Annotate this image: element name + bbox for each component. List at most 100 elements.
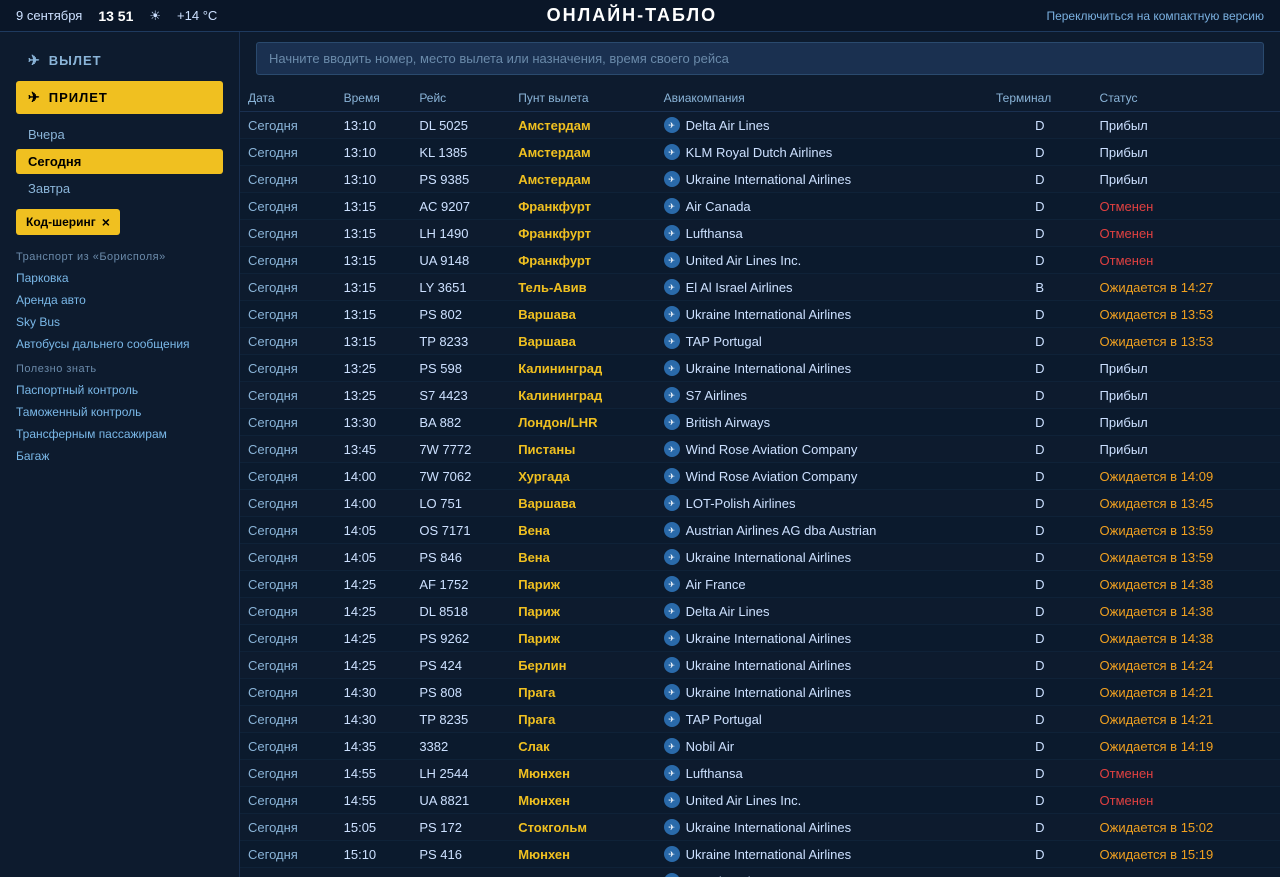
airline-logo: ✈ <box>664 630 680 646</box>
flights-table-wrapper[interactable]: Дата Время Рейс Пунт вылета Авиакомпания… <box>240 85 1280 877</box>
table-row[interactable]: Сегодня 14:25 AF 1752 Париж ✈ Air France… <box>240 571 1280 598</box>
col-header-airline: Авиакомпания <box>656 85 988 112</box>
search-input[interactable] <box>256 42 1264 75</box>
cell-destination[interactable]: Амстердам <box>510 112 655 139</box>
table-row[interactable]: Сегодня 13:30 BA 882 Лондон/LHR ✈ Britis… <box>240 409 1280 436</box>
table-row[interactable]: Сегодня 14:05 PS 846 Вена ✈ Ukraine Inte… <box>240 544 1280 571</box>
content-area: Дата Время Рейс Пунт вылета Авиакомпания… <box>240 32 1280 877</box>
cell-date: Сегодня <box>240 787 336 814</box>
table-row[interactable]: Сегодня 15:10 OV 311 Таллин ✈ Estonian A… <box>240 868 1280 877</box>
table-row[interactable]: Сегодня 15:10 PS 416 Мюнхен ✈ Ukraine In… <box>240 841 1280 868</box>
table-row[interactable]: Сегодня 13:15 PS 802 Варшава ✈ Ukraine I… <box>240 301 1280 328</box>
cell-destination[interactable]: Варшава <box>510 301 655 328</box>
cell-terminal: D <box>988 733 1092 760</box>
cell-time: 13:10 <box>336 139 412 166</box>
table-row[interactable]: Сегодня 13:15 UA 9148 Франкфурт ✈ United… <box>240 247 1280 274</box>
table-row[interactable]: Сегодня 14:35 3382 Слак ✈ Nobil Air D Ож… <box>240 733 1280 760</box>
table-row[interactable]: Сегодня 14:25 PS 424 Берлин ✈ Ukraine In… <box>240 652 1280 679</box>
table-row[interactable]: Сегодня 13:25 S7 4423 Калининград ✈ S7 A… <box>240 382 1280 409</box>
cell-destination[interactable]: Хургада <box>510 463 655 490</box>
sidebar-link-passport[interactable]: Паспортный контроль <box>0 379 239 401</box>
table-row[interactable]: Сегодня 14:30 PS 808 Прага ✈ Ukraine Int… <box>240 679 1280 706</box>
cell-destination[interactable]: Мюнхен <box>510 841 655 868</box>
cell-flight: PS 808 <box>411 679 510 706</box>
sidebar-link-customs[interactable]: Таможенный контроль <box>0 401 239 423</box>
cell-status: Ожидается в 14:19 <box>1092 733 1280 760</box>
sidebar-link-transfer[interactable]: Трансферным пассажирам <box>0 423 239 445</box>
table-row[interactable]: Сегодня 14:05 OS 7171 Вена ✈ Austrian Ai… <box>240 517 1280 544</box>
cell-destination[interactable]: Тель-Авив <box>510 274 655 301</box>
table-row[interactable]: Сегодня 14:25 PS 9262 Париж ✈ Ukraine In… <box>240 625 1280 652</box>
table-row[interactable]: Сегодня 14:55 LH 2544 Мюнхен ✈ Lufthansa… <box>240 760 1280 787</box>
table-row[interactable]: Сегодня 14:25 DL 8518 Париж ✈ Delta Air … <box>240 598 1280 625</box>
cell-status: Прибыл <box>1092 355 1280 382</box>
compact-link[interactable]: Переключиться на компактную версию <box>1046 9 1264 23</box>
topbar-temperature: +14 °C <box>177 8 217 23</box>
table-row[interactable]: Сегодня 13:45 7W 7772 Пистаны ✈ Wind Ros… <box>240 436 1280 463</box>
date-today[interactable]: Сегодня <box>16 149 223 174</box>
cell-airline: ✈ Ukraine International Airlines <box>656 625 988 652</box>
sidebar-link-longdist-buses[interactable]: Автобусы дальнего сообщения <box>0 333 239 355</box>
airline-logo: ✈ <box>664 576 680 592</box>
cell-destination[interactable]: Франкфурт <box>510 247 655 274</box>
date-tomorrow[interactable]: Завтра <box>16 176 223 201</box>
cell-destination[interactable]: Вена <box>510 517 655 544</box>
table-row[interactable]: Сегодня 14:55 UA 8821 Мюнхен ✈ United Ai… <box>240 787 1280 814</box>
cell-airline: ✈ TAP Portugal <box>656 706 988 733</box>
airline-logo: ✈ <box>664 684 680 700</box>
plane-arrival-icon: ✈ <box>28 89 41 106</box>
table-row[interactable]: Сегодня 13:15 TP 8233 Варшава ✈ TAP Port… <box>240 328 1280 355</box>
cell-destination[interactable]: Пистаны <box>510 436 655 463</box>
airline-name: Ukraine International Airlines <box>686 550 851 565</box>
sidebar-link-baggage[interactable]: Багаж <box>0 445 239 467</box>
table-row[interactable]: Сегодня 14:30 TP 8235 Прага ✈ TAP Portug… <box>240 706 1280 733</box>
cell-destination[interactable]: Берлин <box>510 652 655 679</box>
sidebar-link-skybus[interactable]: Sky Bus <box>0 311 239 333</box>
date-yesterday[interactable]: Вчера <box>16 122 223 147</box>
cell-destination[interactable]: Лондон/LHR <box>510 409 655 436</box>
table-row[interactable]: Сегодня 15:05 PS 172 Стокгольм ✈ Ukraine… <box>240 814 1280 841</box>
table-row[interactable]: Сегодня 13:15 LY 3651 Тель-Авив ✈ El Al … <box>240 274 1280 301</box>
table-row[interactable]: Сегодня 13:15 LH 1490 Франкфурт ✈ Luftha… <box>240 220 1280 247</box>
airline-logo: ✈ <box>664 306 680 322</box>
cell-time: 14:30 <box>336 679 412 706</box>
cell-destination[interactable]: Прага <box>510 679 655 706</box>
sidebar-link-car-rental[interactable]: Аренда авто <box>0 289 239 311</box>
cell-airline: ✈ Ukraine International Airlines <box>656 301 988 328</box>
table-row[interactable]: Сегодня 13:25 PS 598 Калининград ✈ Ukrai… <box>240 355 1280 382</box>
cell-terminal: D <box>988 517 1092 544</box>
cell-destination[interactable]: Таллин <box>510 868 655 877</box>
table-row[interactable]: Сегодня 14:00 7W 7062 Хургада ✈ Wind Ros… <box>240 463 1280 490</box>
cell-destination[interactable]: Калининград <box>510 355 655 382</box>
cell-destination[interactable]: Франкфурт <box>510 193 655 220</box>
sidebar-link-parking[interactable]: Парковка <box>0 267 239 289</box>
cell-destination[interactable]: Варшава <box>510 328 655 355</box>
airline-logo: ✈ <box>664 252 680 268</box>
airline-logo: ✈ <box>664 792 680 808</box>
table-row[interactable]: Сегодня 13:10 KL 1385 Амстердам ✈ KLM Ro… <box>240 139 1280 166</box>
table-row[interactable]: Сегодня 13:10 PS 9385 Амстердам ✈ Ukrain… <box>240 166 1280 193</box>
cell-destination[interactable]: Варшава <box>510 490 655 517</box>
cell-destination[interactable]: Амстердам <box>510 166 655 193</box>
cell-destination[interactable]: Слак <box>510 733 655 760</box>
cell-destination[interactable]: Вена <box>510 544 655 571</box>
cell-time: 14:00 <box>336 463 412 490</box>
cell-airline: ✈ Lufthansa <box>656 220 988 247</box>
arrival-button[interactable]: ✈ ПРИЛЕТ <box>16 81 223 114</box>
cell-destination[interactable]: Франкфурт <box>510 220 655 247</box>
table-row[interactable]: Сегодня 14:00 LO 751 Варшава ✈ LOT-Polis… <box>240 490 1280 517</box>
cell-flight: LO 751 <box>411 490 510 517</box>
cell-destination[interactable]: Париж <box>510 625 655 652</box>
table-row[interactable]: Сегодня 13:10 DL 5025 Амстердам ✈ Delta … <box>240 112 1280 139</box>
departure-button[interactable]: ✈ ВЫЛЕТ <box>16 44 223 77</box>
cell-destination[interactable]: Прага <box>510 706 655 733</box>
cell-destination[interactable]: Калининград <box>510 382 655 409</box>
cell-destination[interactable]: Париж <box>510 571 655 598</box>
codeshare-button[interactable]: Код-шеринг × <box>16 209 120 235</box>
table-row[interactable]: Сегодня 13:15 AC 9207 Франкфурт ✈ Air Ca… <box>240 193 1280 220</box>
cell-destination[interactable]: Мюнхен <box>510 760 655 787</box>
cell-destination[interactable]: Париж <box>510 598 655 625</box>
cell-destination[interactable]: Стокгольм <box>510 814 655 841</box>
cell-destination[interactable]: Мюнхен <box>510 787 655 814</box>
cell-destination[interactable]: Амстердам <box>510 139 655 166</box>
